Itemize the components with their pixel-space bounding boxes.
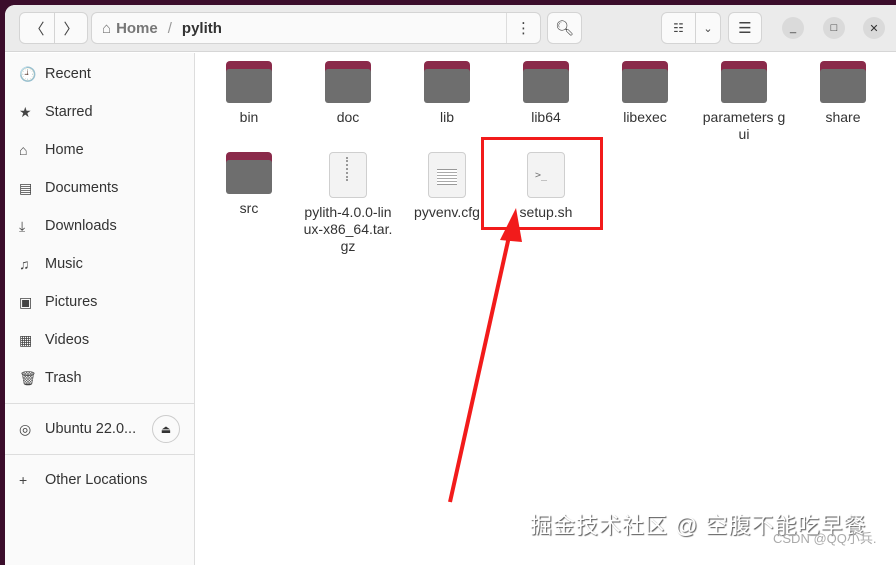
red-arrow [448, 208, 522, 503]
watermark-csdn: CSDN @QQ小兵. [773, 531, 877, 546]
